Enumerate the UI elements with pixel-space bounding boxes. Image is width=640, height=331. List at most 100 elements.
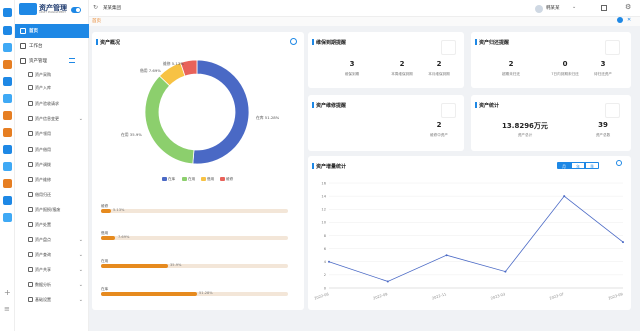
theme-toggle[interactable] xyxy=(71,7,81,13)
stat-value: 2 xyxy=(508,60,514,68)
legend-item: 在用 xyxy=(182,177,195,182)
sidebar-subitem-label: 资产采购 xyxy=(35,71,51,77)
sidebar-item-asset-mgmt[interactable]: 资产管理 xyxy=(15,54,89,68)
org-name: 某某集团 xyxy=(103,6,121,11)
legend-label: 在库 xyxy=(168,177,176,181)
sidebar-subitem[interactable]: 资产借用 xyxy=(15,143,89,156)
tab-home[interactable]: 首页 xyxy=(92,18,101,24)
menu-icon[interactable]: ≡ xyxy=(4,305,10,313)
sidebar-subitem[interactable]: 资产处置 xyxy=(15,218,89,231)
legend-item: 在库 xyxy=(162,177,175,182)
segment-month[interactable]: 月 xyxy=(557,162,571,169)
dispose-icon xyxy=(28,222,33,227)
download-icon[interactable] xyxy=(616,160,622,166)
sidebar-subitem[interactable]: 资产验收请求 xyxy=(15,97,89,110)
assets-card: 资产统计 13.8296万元 资产总计 39 资产总数 xyxy=(471,95,631,151)
close-icon[interactable]: ✕ xyxy=(627,17,631,23)
rail-app-icon[interactable] xyxy=(3,196,12,205)
sidebar-group-label: 资产盘点 xyxy=(35,236,51,242)
sidebar-item-home[interactable]: 首页 xyxy=(15,24,89,38)
legend-item: 借用 xyxy=(201,177,214,182)
sidebar: 资产管理 ASSET MANAGEMENT 首页 工作台 资产管理 资产采购 资… xyxy=(15,0,89,331)
sidebar-subitem[interactable]: 资产信息变更 ⌄ xyxy=(15,112,89,125)
progress-fill xyxy=(101,264,169,268)
stat-label: 待归还资产 xyxy=(594,72,612,76)
sidebar-subitem-label: 资产报损/报废 xyxy=(35,206,61,212)
stat-value: 2 xyxy=(436,60,442,68)
app-rail: + ≡ xyxy=(0,0,15,331)
progress-track xyxy=(101,264,288,268)
progress-percent: 35.9% xyxy=(170,263,182,268)
sidebar-group-label: 数据分析 xyxy=(35,281,51,287)
repair-bg-icon xyxy=(441,103,456,118)
calendar-icon xyxy=(441,40,456,55)
app-subtitle: ASSET MANAGEMENT xyxy=(39,11,66,14)
legend-item: 维修 xyxy=(220,177,233,182)
progress-fill xyxy=(101,292,197,296)
rail-app-icon[interactable] xyxy=(3,43,12,52)
sidebar-group[interactable]: 数据分析 ⌄ xyxy=(15,278,89,291)
repair-icon xyxy=(28,177,33,182)
sidebar-subitem-label: 资产维修 xyxy=(35,176,51,182)
stat-value: 13.8296万元 xyxy=(502,122,548,130)
rail-app-icon[interactable] xyxy=(3,179,12,188)
query-icon xyxy=(28,252,33,257)
sidebar-group[interactable]: 资产查询 ⌄ xyxy=(15,248,89,261)
gear-icon[interactable]: ⚙ xyxy=(625,3,631,11)
rail-app-icon[interactable] xyxy=(3,111,12,120)
settings-icon xyxy=(28,297,33,302)
rail-app-icon[interactable] xyxy=(3,26,12,35)
download-icon[interactable] xyxy=(290,38,297,45)
segment-quarter[interactable]: 季 xyxy=(585,162,599,169)
sidebar-subitem[interactable]: 资产入库 xyxy=(15,81,89,94)
sidebar-subitem[interactable]: 资产采购 xyxy=(15,68,89,81)
add-icon[interactable]: + xyxy=(4,288,11,297)
rail-app-icon[interactable] xyxy=(3,60,12,69)
rail-app-icon[interactable] xyxy=(3,77,12,86)
sidebar-subitem[interactable]: 资产报损/报废 xyxy=(15,203,89,216)
legend-swatch xyxy=(201,177,206,181)
more-icon[interactable] xyxy=(617,17,623,23)
rail-app-icon[interactable] xyxy=(3,94,12,103)
sidebar-group[interactable]: 基础设置 ⌄ xyxy=(15,293,89,306)
sidebar-subitem-label: 资产处置 xyxy=(35,221,51,227)
check-icon xyxy=(28,101,33,106)
segment-year[interactable]: 年 xyxy=(571,162,585,169)
user-name[interactable]: 韩某某 xyxy=(546,5,560,11)
rail-app-icon[interactable] xyxy=(3,162,12,171)
rail-app-icon[interactable] xyxy=(3,145,12,154)
legend-label: 维修 xyxy=(226,177,234,181)
legend-swatch xyxy=(182,177,187,181)
refresh-icon[interactable]: ↻ xyxy=(93,4,98,11)
repair-card: 资产维修提醒 2 维修中资产 xyxy=(308,95,464,151)
stat-label: 资产总数 xyxy=(595,133,611,137)
sidebar-subitem[interactable]: 资产领用 xyxy=(15,127,89,140)
storage-icon xyxy=(28,85,33,90)
transfer-icon xyxy=(28,162,33,167)
scrap-icon xyxy=(28,207,33,212)
grid-icon[interactable] xyxy=(601,5,607,11)
sidebar-subitem-label: 资产入库 xyxy=(35,84,51,90)
rail-app-icon[interactable] xyxy=(3,8,12,17)
share-icon xyxy=(28,267,33,272)
sidebar-group-label: 资产查询 xyxy=(35,251,51,257)
stat-value: 39 xyxy=(598,121,608,129)
sidebar-subitem[interactable]: 借用归还 xyxy=(15,188,89,201)
workbench-icon xyxy=(20,43,26,49)
card-title: 资产归还提醒 xyxy=(474,39,510,46)
receive-icon xyxy=(28,131,33,136)
stat-label: 超期未归还 xyxy=(502,72,520,76)
sidebar-item-workbench[interactable]: 工作台 xyxy=(15,39,89,53)
return-icon xyxy=(28,192,33,197)
rail-app-icon[interactable] xyxy=(3,128,12,137)
avatar[interactable] xyxy=(535,5,543,13)
sidebar-group[interactable]: 资产盘点 ⌄ xyxy=(15,233,89,246)
home-icon xyxy=(20,28,26,34)
return-bg-icon xyxy=(605,40,620,55)
sidebar-group[interactable]: 资产共享 ⌄ xyxy=(15,263,89,276)
sidebar-subitem[interactable]: 资产调拨 xyxy=(15,158,89,171)
rail-app-icon[interactable] xyxy=(3,213,12,222)
progress-fill xyxy=(101,236,116,240)
sidebar-subitem[interactable]: 资产维修 xyxy=(15,173,89,186)
chevron-down-icon[interactable]: ⌄ xyxy=(572,4,576,10)
